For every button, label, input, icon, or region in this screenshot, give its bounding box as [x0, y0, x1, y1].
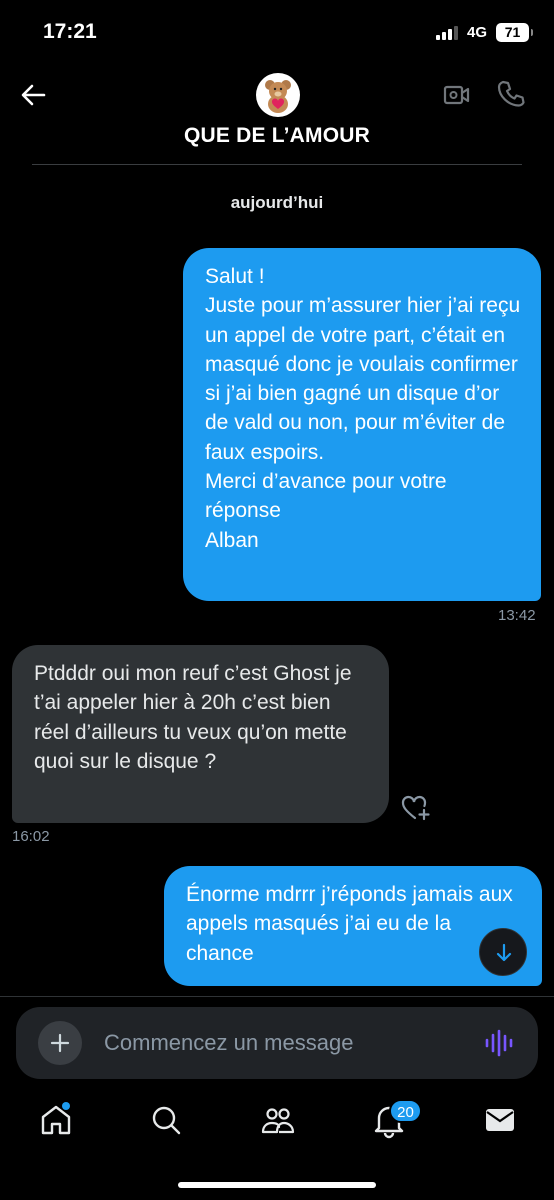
cellular-signal-icon	[436, 26, 462, 40]
voice-call-button[interactable]	[497, 79, 525, 109]
arrow-left-icon	[21, 84, 46, 106]
battery-level: 71	[504, 24, 521, 40]
tab-messages[interactable]	[480, 1100, 520, 1140]
teddy-bear-icon	[265, 80, 291, 113]
video-call-button[interactable]	[442, 80, 472, 110]
tab-communities[interactable]	[258, 1100, 298, 1140]
add-media-button[interactable]	[38, 1021, 82, 1065]
notification-count-badge: 20	[389, 1099, 422, 1123]
composer-divider	[0, 996, 554, 997]
tab-home[interactable]	[36, 1100, 76, 1140]
status-bar: 17:21 4G 71	[0, 0, 554, 62]
add-reaction-button[interactable]	[400, 794, 432, 822]
message-timestamp: 16:02	[12, 828, 50, 845]
home-indicator[interactable]	[178, 1182, 376, 1188]
header-divider	[32, 164, 522, 165]
date-separator: aujourd’hui	[230, 193, 324, 212]
home-new-content-dot	[62, 1102, 70, 1110]
envelope-icon	[486, 1109, 514, 1131]
received-message[interactable]: Ptdddr oui mon reuf c’est Ghost je t’ai …	[12, 645, 389, 823]
scroll-to-bottom-button[interactable]	[479, 928, 527, 976]
audio-waveform-icon	[485, 1029, 513, 1057]
message-composer	[16, 1007, 538, 1079]
video-camera-icon	[443, 85, 470, 105]
voice-message-button[interactable]	[484, 1029, 514, 1057]
message-input[interactable]	[104, 1025, 464, 1061]
plus-icon	[50, 1033, 70, 1053]
battery-icon: 71	[496, 23, 533, 42]
sent-message[interactable]: Salut ! Juste pour m’assurer hier j’ai r…	[183, 248, 541, 601]
search-icon	[152, 1106, 181, 1135]
heart-plus-icon	[401, 795, 430, 821]
phone-icon	[497, 80, 525, 107]
arrow-down-icon	[496, 943, 512, 962]
people-icon	[261, 1108, 295, 1134]
tab-search[interactable]	[146, 1100, 186, 1140]
contact-name[interactable]: QUE DE L’AMOUR	[0, 124, 554, 148]
status-time: 17:21	[43, 20, 97, 43]
avatar[interactable]	[256, 73, 300, 117]
message-timestamp: 13:42	[498, 607, 536, 624]
home-icon	[41, 1105, 71, 1135]
network-type: 4G	[467, 24, 488, 41]
conversation-header: QUE DE L’AMOUR	[0, 62, 554, 166]
back-button[interactable]	[18, 80, 48, 110]
